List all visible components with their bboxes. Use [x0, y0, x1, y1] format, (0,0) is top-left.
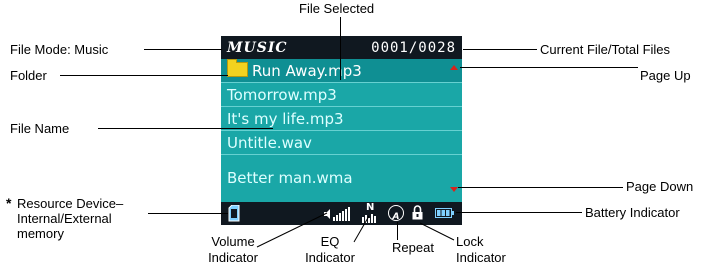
leader-current-total: [463, 49, 537, 50]
battery-icon: [435, 208, 454, 218]
file-row[interactable]: Untitle.wav: [221, 131, 462, 155]
label-volume-line2: Indicator: [208, 250, 258, 265]
label-eq-line1: EQ: [320, 234, 340, 249]
leader-repeat: [397, 222, 398, 240]
lock-icon: [412, 205, 423, 220]
label-resource-line3: memory: [17, 226, 64, 241]
label-file-mode: File Mode: Music: [10, 42, 109, 57]
file-row-selected[interactable]: Run Away.mp3: [221, 59, 462, 83]
label-lock-line2: Indicator: [456, 250, 506, 265]
leader-folder: [60, 75, 228, 76]
file-counter: 0001/0028: [371, 40, 456, 56]
top-status-bar: MUSIC 0001/0028: [221, 36, 462, 59]
memory-card-icon: [228, 205, 240, 222]
label-page-down: Page Down: [626, 179, 694, 194]
leader-file-mode: [144, 49, 222, 50]
label-resource-star: *: [6, 195, 12, 211]
label-battery: Battery Indicator: [585, 205, 680, 220]
page-down-arrow-icon[interactable]: [450, 187, 458, 192]
leader-file-selected: [340, 17, 341, 80]
file-name: Better man.wma: [227, 169, 353, 187]
label-resource-line1: Resource Device–: [17, 196, 124, 211]
leader-battery: [456, 212, 582, 213]
file-name: Run Away.mp3: [252, 62, 362, 80]
file-name: Untitle.wav: [227, 134, 312, 152]
eq-letter: N: [366, 202, 375, 213]
file-row[interactable]: Better man.wma: [221, 155, 462, 202]
label-file-selected: File Selected: [299, 1, 375, 16]
label-page-up: Page Up: [640, 68, 691, 83]
leader-page-up: [460, 67, 638, 68]
label-eq-line2: Indicator: [305, 250, 355, 265]
page-up-arrow-icon[interactable]: [450, 65, 458, 70]
label-folder: Folder: [10, 68, 47, 83]
repeat-icon: A: [388, 205, 404, 222]
file-name: Tomorrow.mp3: [227, 86, 337, 104]
leader-resource: [148, 213, 228, 214]
label-file-name: File Name: [10, 121, 70, 136]
folder-icon: [227, 59, 248, 77]
leader-eq: [353, 215, 370, 243]
label-current-total: Current File/Total Files: [540, 42, 671, 57]
player-screen: MUSIC 0001/0028 Run Away.mp3 Tomorrow.mp…: [221, 36, 462, 225]
leader-file-name: [98, 128, 273, 129]
file-mode-text: MUSIC: [227, 40, 288, 56]
label-lock-line1: Lock: [456, 234, 484, 249]
file-name: It's my life.mp3: [227, 110, 344, 128]
leader-page-down: [458, 187, 623, 188]
label-resource-line2: Internal/External: [17, 211, 112, 226]
file-row[interactable]: Tomorrow.mp3: [221, 83, 462, 107]
leader-lock: [419, 222, 455, 241]
repeat-letter: A: [392, 212, 400, 222]
